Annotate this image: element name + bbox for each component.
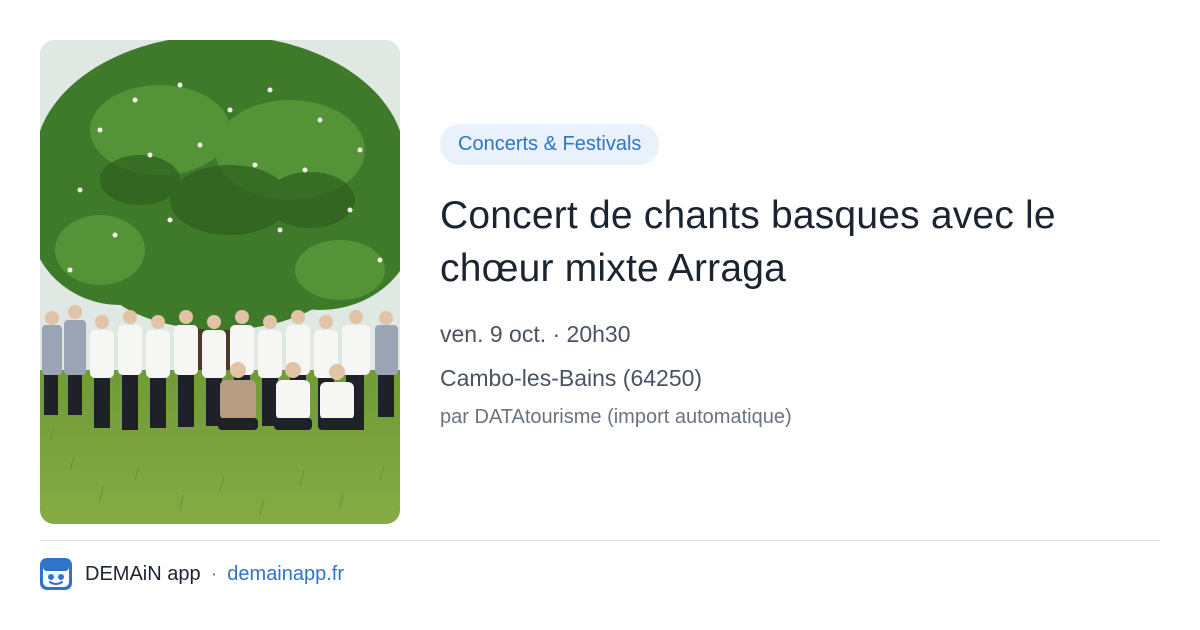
event-photo: [40, 40, 400, 524]
choir-photo-illustration: [40, 40, 400, 524]
app-url-link[interactable]: demainapp.fr: [227, 563, 344, 586]
event-source: par DATAtourisme (import automatique): [440, 406, 792, 428]
footer-separator: ·: [210, 562, 218, 585]
footer: DEMAiN app · demainapp.fr: [40, 558, 344, 590]
footer-divider: [40, 540, 1160, 541]
event-title[interactable]: Concert de chants basques avec le chœur …: [440, 189, 1160, 295]
category-tag[interactable]: Concerts & Festivals: [440, 124, 660, 165]
app-logo-icon[interactable]: [40, 558, 72, 590]
event-info: Concerts & Festivals Concert de chants b…: [440, 124, 1160, 431]
event-datetime: ven. 9 oct. · 20h30: [440, 321, 631, 347]
event-location: Cambo-les-Bains (64250): [440, 365, 703, 391]
app-name[interactable]: DEMAiN app: [85, 563, 201, 586]
